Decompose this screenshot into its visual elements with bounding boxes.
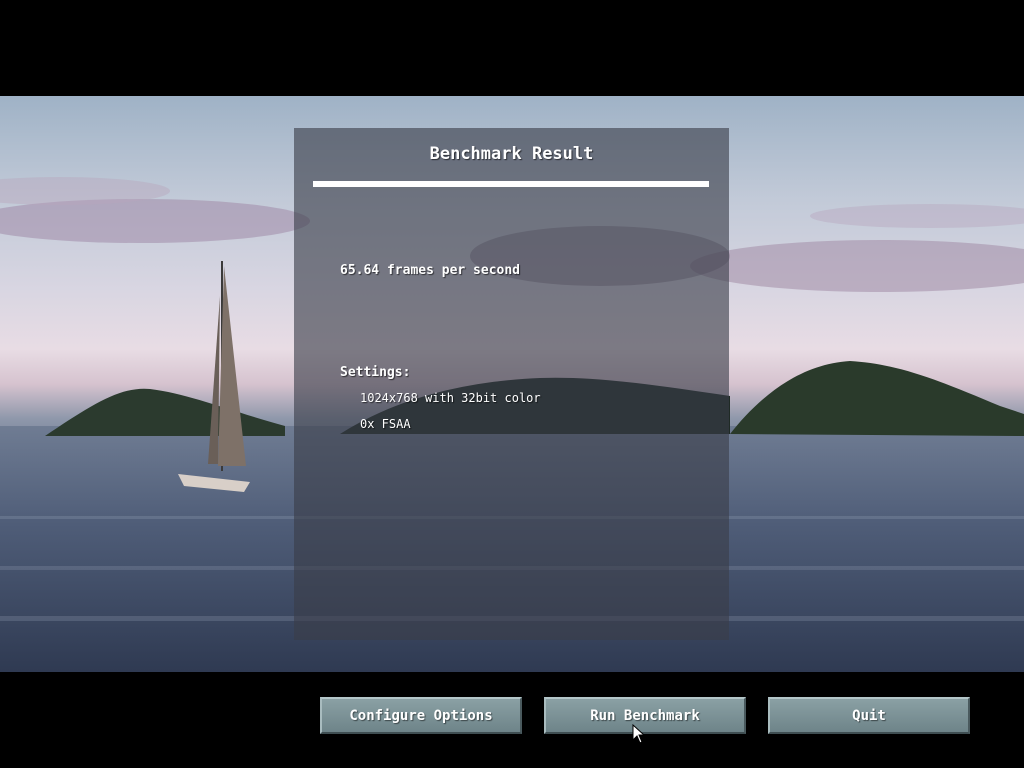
cloud bbox=[0, 199, 310, 243]
benchmark-result-panel bbox=[294, 128, 729, 640]
boat-jib bbox=[208, 296, 220, 464]
resolution-setting: 1024x768 with 32bit color bbox=[360, 391, 541, 405]
configure-options-button[interactable]: Configure Options bbox=[320, 697, 522, 734]
cloud bbox=[690, 240, 1024, 292]
settings-label: Settings: bbox=[340, 365, 411, 380]
panel-title: Benchmark Result bbox=[429, 144, 594, 164]
cloud bbox=[810, 204, 1024, 228]
island-left bbox=[45, 388, 285, 436]
mouse-cursor-icon bbox=[632, 724, 646, 744]
fsaa-setting: 0x FSAA bbox=[360, 417, 411, 431]
quit-button[interactable]: Quit bbox=[768, 697, 970, 734]
island-right bbox=[730, 361, 1024, 436]
title-divider bbox=[313, 181, 709, 187]
fps-result: 65.64 frames per second bbox=[340, 263, 521, 278]
